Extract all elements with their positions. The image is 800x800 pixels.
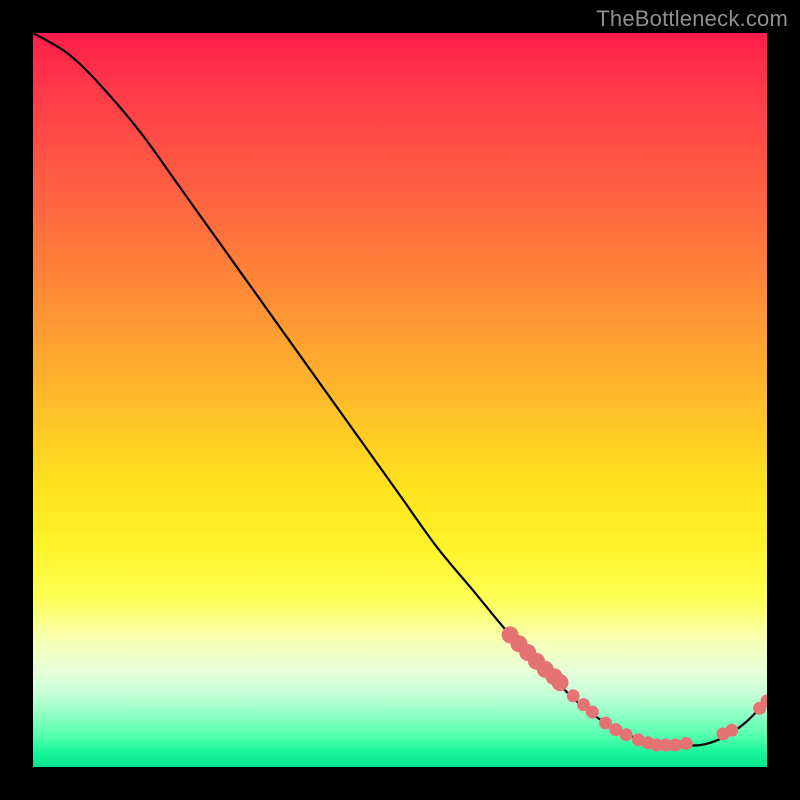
bottleneck-curve xyxy=(33,33,767,746)
data-points-group xyxy=(502,626,767,751)
data-point xyxy=(552,674,569,691)
plot-area xyxy=(33,33,767,767)
data-point xyxy=(567,689,580,702)
data-point xyxy=(680,737,693,750)
data-point xyxy=(620,728,633,741)
data-point xyxy=(725,724,738,737)
data-point xyxy=(669,739,682,752)
data-point xyxy=(586,706,599,719)
attribution-text: TheBottleneck.com xyxy=(596,6,788,32)
curve-layer xyxy=(33,33,767,767)
chart-stage: TheBottleneck.com xyxy=(0,0,800,800)
